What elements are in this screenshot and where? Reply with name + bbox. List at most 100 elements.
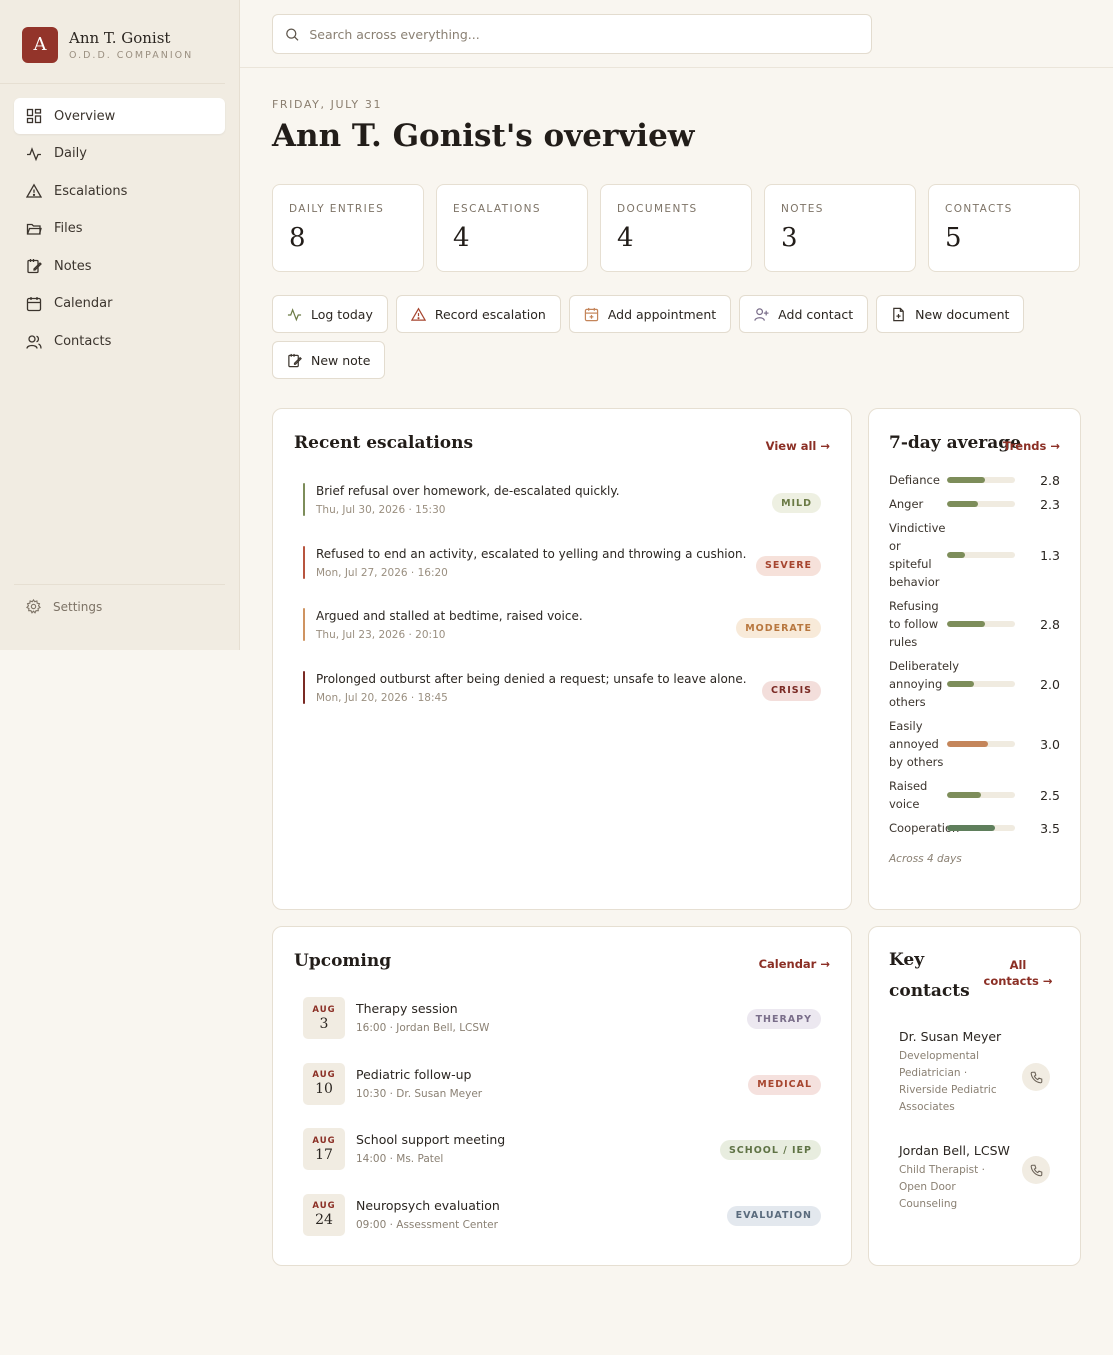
date-badge: AUG 3 bbox=[303, 997, 345, 1039]
escalation-item[interactable]: Brief refusal over homework, de-escalate… bbox=[303, 481, 821, 544]
contact-role: Developmental Pediatrician · Riverside P… bbox=[899, 1050, 997, 1113]
appointment-item[interactable]: AUG 3 Therapy session 16:00 · Jordan Bel… bbox=[303, 997, 821, 1063]
average-bar bbox=[947, 477, 986, 483]
card-title: Upcoming bbox=[294, 951, 392, 971]
call-button[interactable] bbox=[1022, 1063, 1050, 1091]
appointment-item[interactable]: AUG 17 School support meeting 14:00 · Ms… bbox=[303, 1128, 821, 1194]
warning-icon bbox=[26, 183, 42, 198]
stat-escalations[interactable]: ESCALATIONS 4 bbox=[436, 184, 588, 272]
stat-daily-entries[interactable]: DAILY ENTRIES 8 bbox=[272, 184, 424, 272]
escalation-text: Prolonged outburst after being denied a … bbox=[316, 671, 747, 686]
search-input[interactable] bbox=[309, 26, 859, 42]
contact-item[interactable]: Jordan Bell, LCSW Child Therapist · Open… bbox=[899, 1143, 1050, 1257]
top-bar bbox=[240, 0, 1113, 68]
contact-list: Dr. Susan Meyer Developmental Pediatrici… bbox=[899, 1029, 1050, 1257]
log-today-button[interactable]: Log today bbox=[272, 295, 388, 333]
button-label: New note bbox=[311, 352, 371, 368]
appointment-body: Neuropsych evaluation 09:00 · Assessment… bbox=[356, 1194, 500, 1260]
sidebar-item-calendar[interactable]: Calendar bbox=[14, 286, 225, 322]
settings-link[interactable]: Settings bbox=[14, 599, 225, 614]
escalation-item[interactable]: Refused to end an activity, escalated to… bbox=[303, 544, 821, 607]
appointment-title: School support meeting bbox=[356, 1132, 506, 1147]
appointment-body: Pediatric follow-up 10:30 · Dr. Susan Me… bbox=[356, 1063, 482, 1129]
card-title: 7-day average bbox=[889, 433, 1021, 453]
sidebar-item-overview[interactable]: Overview bbox=[14, 98, 225, 134]
call-button[interactable] bbox=[1022, 1156, 1050, 1184]
button-label: Record escalation bbox=[434, 306, 546, 322]
stat-value: 4 bbox=[453, 223, 470, 253]
new-note-button[interactable]: New note bbox=[272, 341, 386, 379]
sidebar-item-contacts[interactable]: Contacts bbox=[14, 324, 225, 360]
button-label: Log today bbox=[311, 306, 373, 322]
severity-badge: MODERATE bbox=[736, 618, 821, 638]
sidebar-item-escalations[interactable]: Escalations bbox=[14, 173, 225, 209]
average-label: Easily annoyed by others bbox=[889, 719, 944, 769]
sidebar-item-notes[interactable]: Notes bbox=[14, 248, 225, 284]
contact-item[interactable]: Dr. Susan Meyer Developmental Pediatrici… bbox=[899, 1029, 1050, 1143]
category-badge: MEDICAL bbox=[748, 1074, 821, 1095]
severity-bar bbox=[303, 670, 305, 704]
new-document-button[interactable]: New document bbox=[876, 295, 1025, 333]
gear-icon bbox=[26, 599, 41, 614]
sidebar-item-daily[interactable]: Daily bbox=[14, 136, 225, 172]
escalation-item[interactable]: Argued and stalled at bedtime, raised vo… bbox=[303, 606, 821, 669]
average-value: 2.8 bbox=[1040, 616, 1060, 632]
severity-badge: MILD bbox=[772, 493, 821, 513]
brand[interactable]: A Ann T. Gonist O.D.D. COMPANION bbox=[0, 0, 225, 84]
average-label: Anger bbox=[889, 497, 924, 511]
phone-icon bbox=[1030, 1071, 1042, 1083]
escalation-time: Mon, Jul 20, 2026 · 18:45 bbox=[316, 691, 448, 704]
search-box[interactable] bbox=[272, 14, 872, 54]
average-bar bbox=[947, 681, 975, 687]
trends-link[interactable]: Trends → bbox=[1003, 439, 1060, 453]
sidebar-item-label: Daily bbox=[54, 146, 87, 162]
average-value: 3.5 bbox=[1040, 820, 1060, 836]
sidebar-nav: Overview Daily Escalations Files Notes C… bbox=[0, 98, 239, 360]
button-label: New document bbox=[915, 306, 1010, 322]
upcoming-list: AUG 3 Therapy session 16:00 · Jordan Bel… bbox=[303, 997, 821, 1259]
average-track bbox=[947, 792, 1015, 798]
stat-label: DAILY ENTRIES bbox=[289, 203, 385, 215]
brand-logo: A bbox=[22, 26, 58, 63]
average-bar bbox=[947, 741, 988, 747]
date-month: AUG bbox=[312, 1135, 336, 1146]
all-contacts-link[interactable]: All contacts → bbox=[981, 957, 1055, 989]
escalation-item[interactable]: Prolonged outburst after being denied a … bbox=[303, 669, 821, 732]
average-track bbox=[947, 477, 1015, 483]
average-value: 2.5 bbox=[1040, 787, 1060, 803]
average-row: Raised voice 2.5 bbox=[889, 777, 1060, 813]
average-bar bbox=[947, 552, 965, 558]
stat-notes[interactable]: NOTES 3 bbox=[764, 184, 916, 272]
upcoming-card: Upcoming Calendar → AUG 3 Therapy sessio… bbox=[272, 926, 852, 1266]
escalation-time: Mon, Jul 27, 2026 · 16:20 bbox=[316, 566, 448, 579]
stat-documents[interactable]: DOCUMENTS 4 bbox=[600, 184, 752, 272]
date-month: AUG bbox=[312, 1070, 336, 1080]
calendar-icon bbox=[26, 296, 42, 312]
phone-icon bbox=[1030, 1164, 1042, 1176]
calendar-link[interactable]: Calendar → bbox=[759, 957, 830, 971]
average-row: Deliberately annoying others 2.0 bbox=[889, 657, 1060, 711]
escalation-list: Brief refusal over homework, de-escalate… bbox=[303, 481, 821, 731]
sidebar-item-label: Escalations bbox=[54, 183, 128, 199]
add-appointment-button[interactable]: Add appointment bbox=[568, 295, 732, 333]
average-label: Defiance bbox=[889, 473, 940, 487]
sidebar-item-files[interactable]: Files bbox=[14, 211, 225, 247]
appointment-meta: 14:00 · Ms. Patel bbox=[356, 1153, 444, 1165]
sidebar-item-label: Overview bbox=[54, 108, 116, 124]
average-track bbox=[947, 681, 1015, 687]
quick-actions: Log today Record escalation Add appointm… bbox=[272, 295, 1032, 379]
button-label: Add contact bbox=[778, 306, 854, 322]
record-escalation-button[interactable]: Record escalation bbox=[395, 295, 561, 333]
file-plus-icon bbox=[893, 307, 904, 321]
appointment-item[interactable]: AUG 24 Neuropsych evaluation 09:00 · Ass… bbox=[303, 1193, 821, 1260]
appointment-item[interactable]: AUG 10 Pediatric follow-up 10:30 · Dr. S… bbox=[303, 1062, 821, 1129]
grid-icon bbox=[26, 108, 42, 124]
search-icon bbox=[286, 27, 299, 41]
users-icon bbox=[26, 334, 42, 349]
escalation-text: Brief refusal over homework, de-escalate… bbox=[316, 484, 620, 498]
view-all-escalations-link[interactable]: View all → bbox=[766, 439, 830, 453]
average-row: Easily annoyed by others 3.0 bbox=[889, 717, 1060, 771]
stat-value: 3 bbox=[781, 223, 798, 253]
stat-contacts[interactable]: CONTACTS 5 bbox=[928, 184, 1080, 272]
add-contact-button[interactable]: Add contact bbox=[739, 295, 869, 333]
